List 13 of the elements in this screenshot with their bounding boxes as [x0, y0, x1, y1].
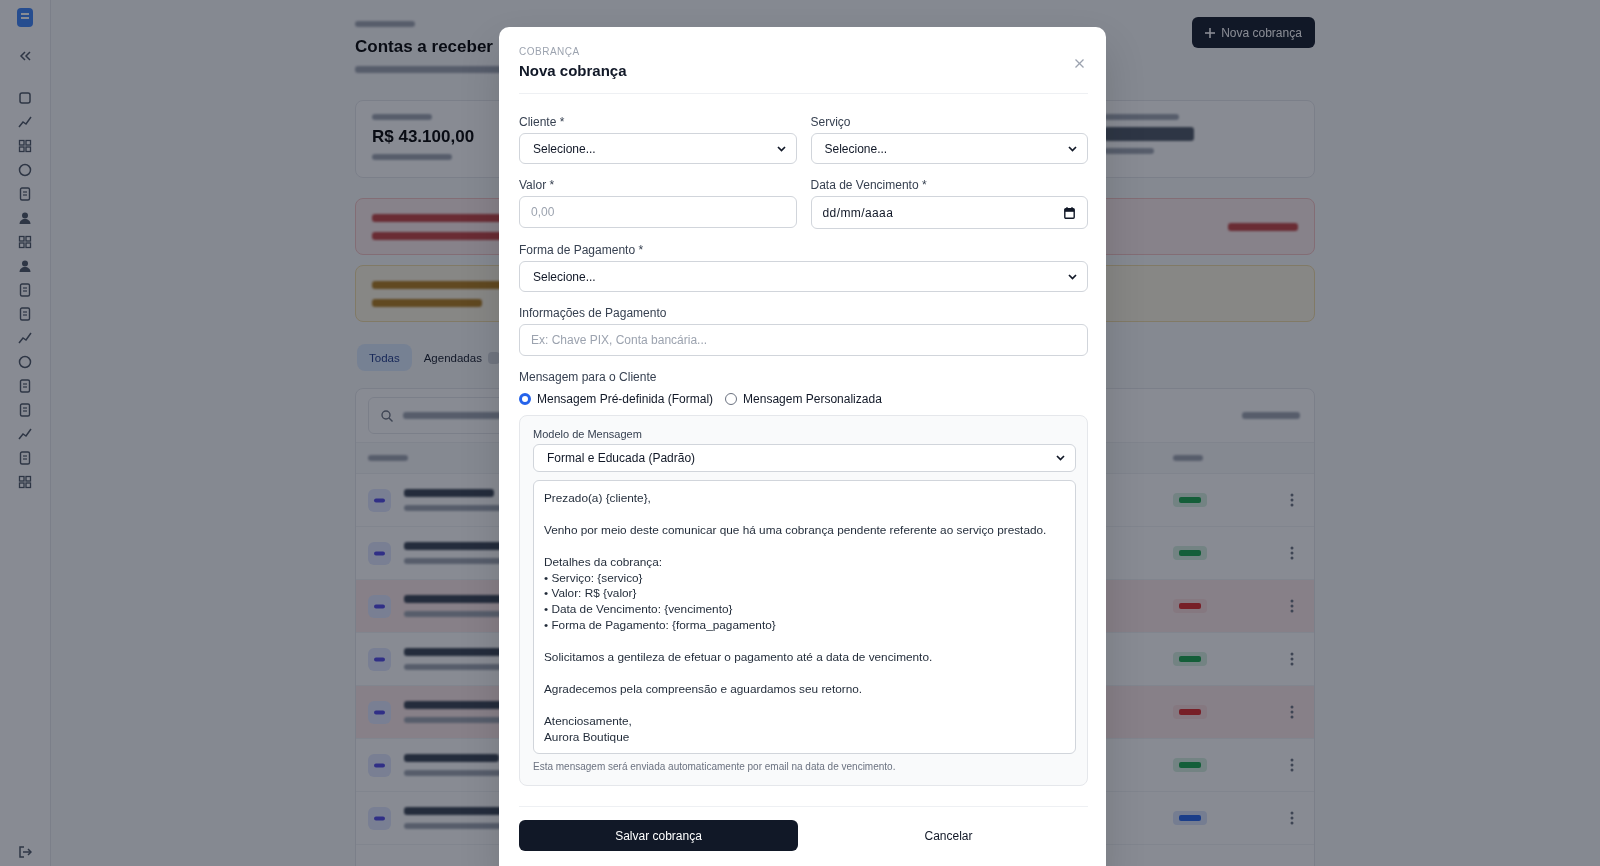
field-label: Cliente *	[519, 114, 565, 130]
field-label: Serviço	[810, 114, 851, 130]
help-text: Esta mensagem será enviada automaticamente por email na data de vencimento.	[533, 760, 896, 773]
stat-value: R$ 43.100,00	[372, 127, 475, 147]
field-label: Forma de Pagamento *	[519, 242, 644, 258]
modal-eyebrow: COBRANÇA	[519, 46, 580, 58]
section-label: Mensagem para o Cliente	[519, 369, 657, 385]
field-label: Data de Vencimento *	[810, 177, 927, 193]
modal-title: Nova cobrança	[519, 61, 627, 81]
field-label: Informações de Pagamento	[519, 305, 667, 321]
field-label: Modelo de Mensagem	[533, 427, 642, 441]
field-label: Valor *	[519, 177, 555, 193]
page-title: Contas a receber	[355, 36, 493, 58]
